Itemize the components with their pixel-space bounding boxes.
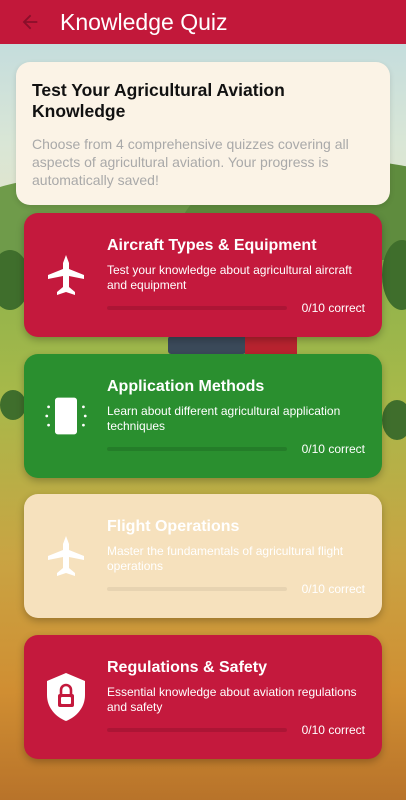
spray-icon	[44, 392, 88, 440]
quiz-card-aircraft-types[interactable]: Aircraft Types & Equipment Test your kno…	[24, 213, 382, 337]
quiz-progress-text: 0/10 correct	[301, 723, 365, 737]
quiz-progress-text: 0/10 correct	[301, 582, 365, 596]
quiz-description: Essential knowledge about aviation regul…	[107, 685, 357, 714]
quiz-description: Master the fundamentals of agricultural …	[107, 544, 344, 573]
app-bar: Knowledge Quiz	[0, 0, 406, 44]
page-title: Knowledge Quiz	[60, 8, 228, 35]
quiz-title: Application Methods	[107, 378, 265, 395]
progress-bar	[107, 447, 287, 451]
quiz-progress-text: 0/10 correct	[301, 442, 365, 456]
progress-bar	[107, 306, 287, 310]
shield-lock-icon	[44, 673, 88, 721]
quiz-description: Test your knowledge about agricultural a…	[107, 263, 352, 292]
quiz-title: Flight Operations	[107, 518, 240, 535]
airplane-icon	[44, 251, 88, 299]
intro-title: Test Your Agricultural Aviation Knowledg…	[32, 80, 285, 121]
intro-card: Test Your Agricultural Aviation Knowledg…	[16, 62, 390, 205]
quiz-title: Regulations & Safety	[107, 659, 268, 676]
quiz-title: Aircraft Types & Equipment	[107, 237, 317, 254]
arrow-left-icon	[22, 14, 38, 30]
airplane-icon	[44, 532, 88, 580]
quiz-card-flight-operations[interactable]: Flight Operations Master the fundamental…	[24, 494, 382, 618]
quiz-card-application-methods[interactable]: Application Methods Learn about differen…	[24, 354, 382, 478]
progress-bar	[107, 728, 287, 732]
quiz-description: Learn about different agricultural appli…	[107, 404, 341, 433]
back-button[interactable]	[10, 2, 50, 42]
progress-bar	[107, 587, 287, 591]
quiz-progress-text: 0/10 correct	[301, 301, 365, 315]
intro-description: Choose from 4 comprehensive quizzes cove…	[32, 136, 349, 188]
quiz-card-regulations-safety[interactable]: Regulations & Safety Essential knowledge…	[24, 635, 382, 759]
